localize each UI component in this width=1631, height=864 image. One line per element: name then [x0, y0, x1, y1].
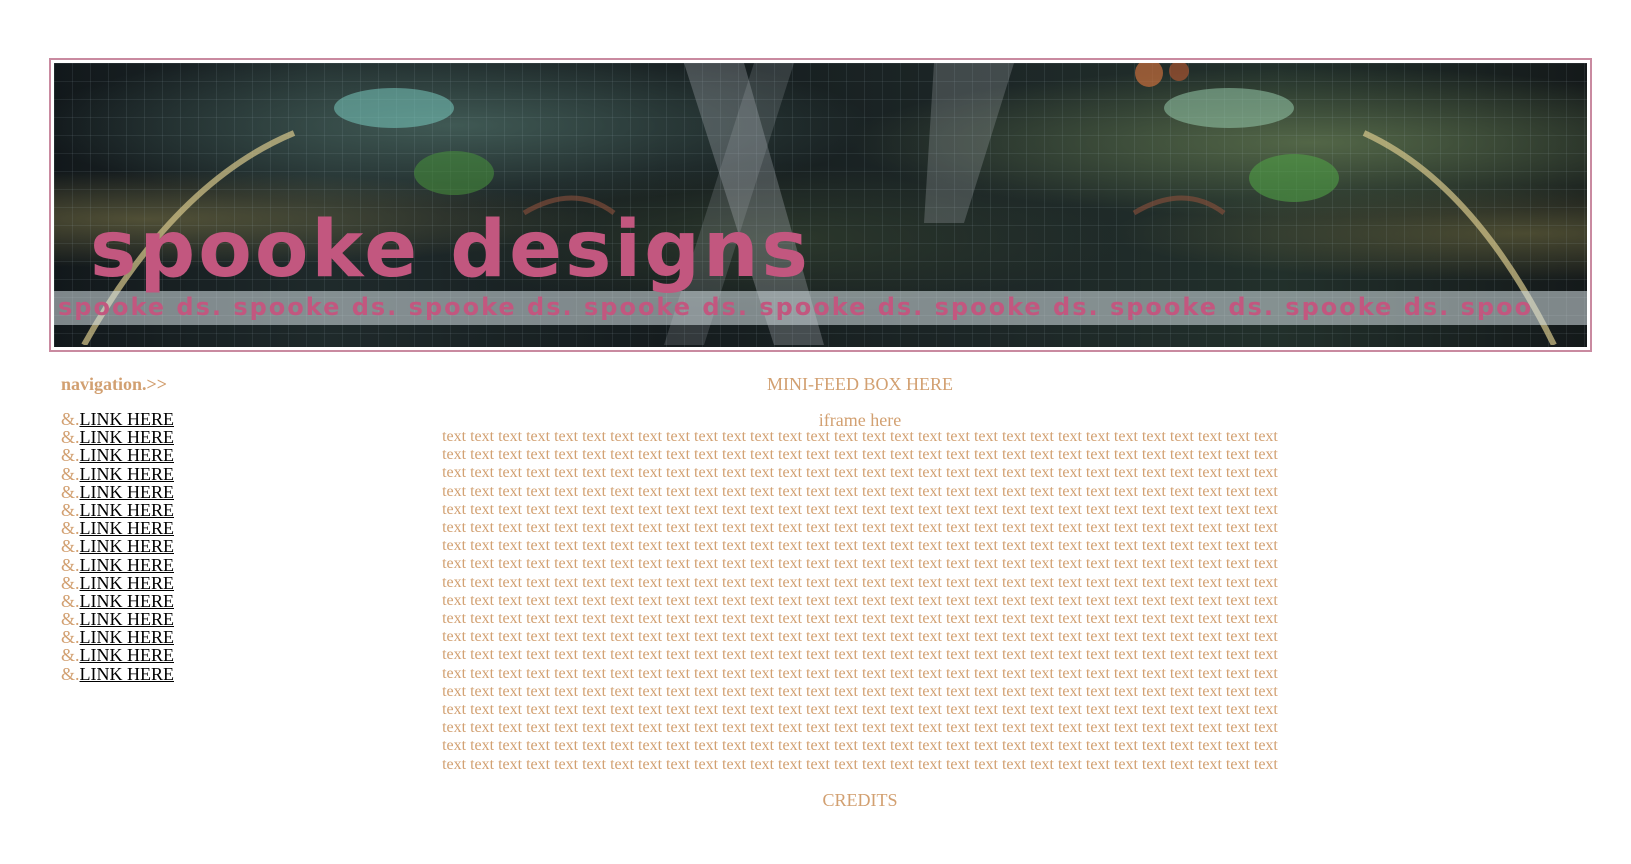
nav-bullet: &.	[61, 645, 80, 666]
nav-bullet: &.	[61, 481, 80, 502]
nav-link[interactable]: LINK HERE	[80, 536, 174, 556]
header-banner: spooke ds. spooke ds. spooke ds. spooke …	[54, 63, 1587, 347]
nav-item: &.LINK HERE	[61, 554, 174, 575]
nav-link[interactable]: LINK HERE	[80, 609, 174, 629]
nav-bullet: &.	[61, 409, 80, 429]
banner-title: spooke designs	[90, 205, 811, 295]
body-text-line: text text text text text text text text …	[442, 446, 1278, 464]
nav-item: &.LINK HERE	[61, 463, 174, 484]
body-text-line: text text text text text text text text …	[442, 464, 1278, 482]
header-banner-frame: spooke ds. spooke ds. spooke ds. spooke …	[49, 58, 1592, 352]
body-text-line: text text text text text text text text …	[442, 537, 1278, 555]
nav-link[interactable]: LINK HERE	[80, 518, 174, 538]
nav-item: &.LINK HERE	[61, 428, 174, 446]
nav-bullet: &.	[61, 499, 80, 520]
body-text-line: text text text text text text text text …	[442, 428, 1278, 445]
banner-repeat-stripe: spooke ds. spooke ds. spooke ds. spooke …	[54, 291, 1587, 325]
nav-bullet: &.	[61, 445, 80, 466]
nav-bullet: &.	[61, 463, 80, 484]
nav-bullet: &.	[61, 590, 80, 611]
nav-link[interactable]: LINK HERE	[80, 555, 174, 575]
body-text-line: text text text text text text text text …	[442, 719, 1278, 737]
nav-link[interactable]: LINK HERE	[80, 445, 174, 465]
nav-link[interactable]: LINK HERE	[80, 645, 174, 665]
nav-link[interactable]: LINK HERE	[80, 573, 174, 593]
nav-bullet: &.	[61, 536, 80, 557]
body-text-line: text text text text text text text text …	[442, 628, 1278, 646]
nav-item: &.LINK HERE	[61, 665, 174, 683]
body-text-line: text text text text text text text text …	[442, 591, 1278, 609]
body-text-block: text text text text text text text text …	[370, 428, 1350, 774]
nav-item: &.LINK HERE	[61, 537, 174, 555]
nav-bullet: &.	[61, 554, 80, 575]
nav-item: &.LINK HERE	[61, 519, 174, 537]
nav-bullet: &.	[61, 663, 80, 684]
nav-item: &.LINK HERE	[61, 646, 174, 664]
nav-item: &.LINK HERE	[61, 446, 174, 464]
body-text-line: text text text text text text text text …	[442, 519, 1278, 537]
nav-link[interactable]: LINK HERE	[80, 427, 174, 447]
nav-item: &.LINK HERE	[61, 483, 174, 501]
nav-link[interactable]: LINK HERE	[80, 591, 174, 611]
nav-item: &.LINK HERE	[61, 628, 174, 646]
body-text-line: text text text text text text text text …	[442, 755, 1278, 773]
body-text-line: text text text text text text text text …	[442, 682, 1278, 700]
body-text-line: text text text text text text text text …	[442, 555, 1278, 573]
nav-link[interactable]: LINK HERE	[80, 500, 174, 520]
navigation-list: &.LINK HERE &.LINK HERE &.LINK HERE &.LINK …	[61, 410, 174, 683]
body-text-line: text text text text text text text text …	[442, 500, 1278, 518]
nav-link[interactable]: LINK HERE	[80, 627, 174, 647]
nav-item: &.LINK HERE	[61, 574, 174, 592]
banner-stripe-text: spooke ds. spooke ds. spooke ds. spooke …	[58, 293, 1534, 321]
mini-feed-placeholder: MINI-FEED BOX HERE	[767, 374, 953, 394]
body-text-line: text text text text text text text text …	[442, 701, 1278, 719]
nav-link[interactable]: LINK HERE	[80, 664, 174, 684]
nav-link[interactable]: LINK HERE	[80, 464, 174, 484]
nav-link[interactable]: LINK HERE	[80, 482, 174, 502]
body-text-line: text text text text text text text text …	[442, 664, 1278, 682]
nav-bullet: &.	[61, 627, 80, 648]
credits-link[interactable]: CREDITS	[370, 790, 1350, 811]
body-text-line: text text text text text text text text …	[442, 482, 1278, 500]
nav-link[interactable]: LINK HERE	[80, 409, 174, 429]
nav-item: &.LINK HERE	[61, 410, 174, 428]
navigation-heading: navigation.>>	[61, 374, 168, 394]
nav-bullet: &.	[61, 518, 80, 539]
body-text-line: text text text text text text text text …	[442, 573, 1278, 591]
nav-bullet: &.	[61, 572, 80, 593]
nav-bullet: &.	[61, 609, 80, 630]
nav-item: &.LINK HERE	[61, 610, 174, 628]
nav-item: &.LINK HERE	[61, 501, 174, 519]
nav-item: &.LINK HERE	[61, 592, 174, 610]
body-text-line: text text text text text text text text …	[442, 646, 1278, 664]
body-text-line: text text text text text text text text …	[442, 737, 1278, 755]
nav-bullet: &.	[61, 427, 80, 448]
body-text-line: text text text text text text text text …	[442, 610, 1278, 628]
